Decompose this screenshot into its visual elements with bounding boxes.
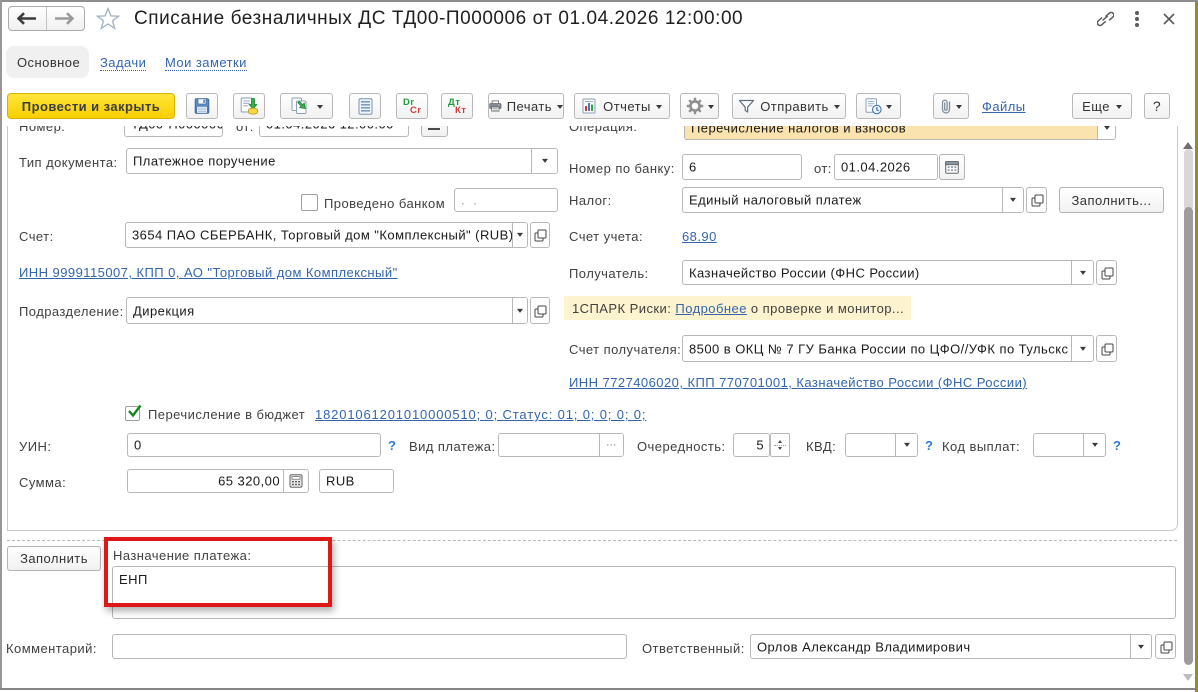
svg-text:Кт: Кт: [455, 105, 466, 115]
svg-text:Cr: Cr: [410, 105, 421, 115]
